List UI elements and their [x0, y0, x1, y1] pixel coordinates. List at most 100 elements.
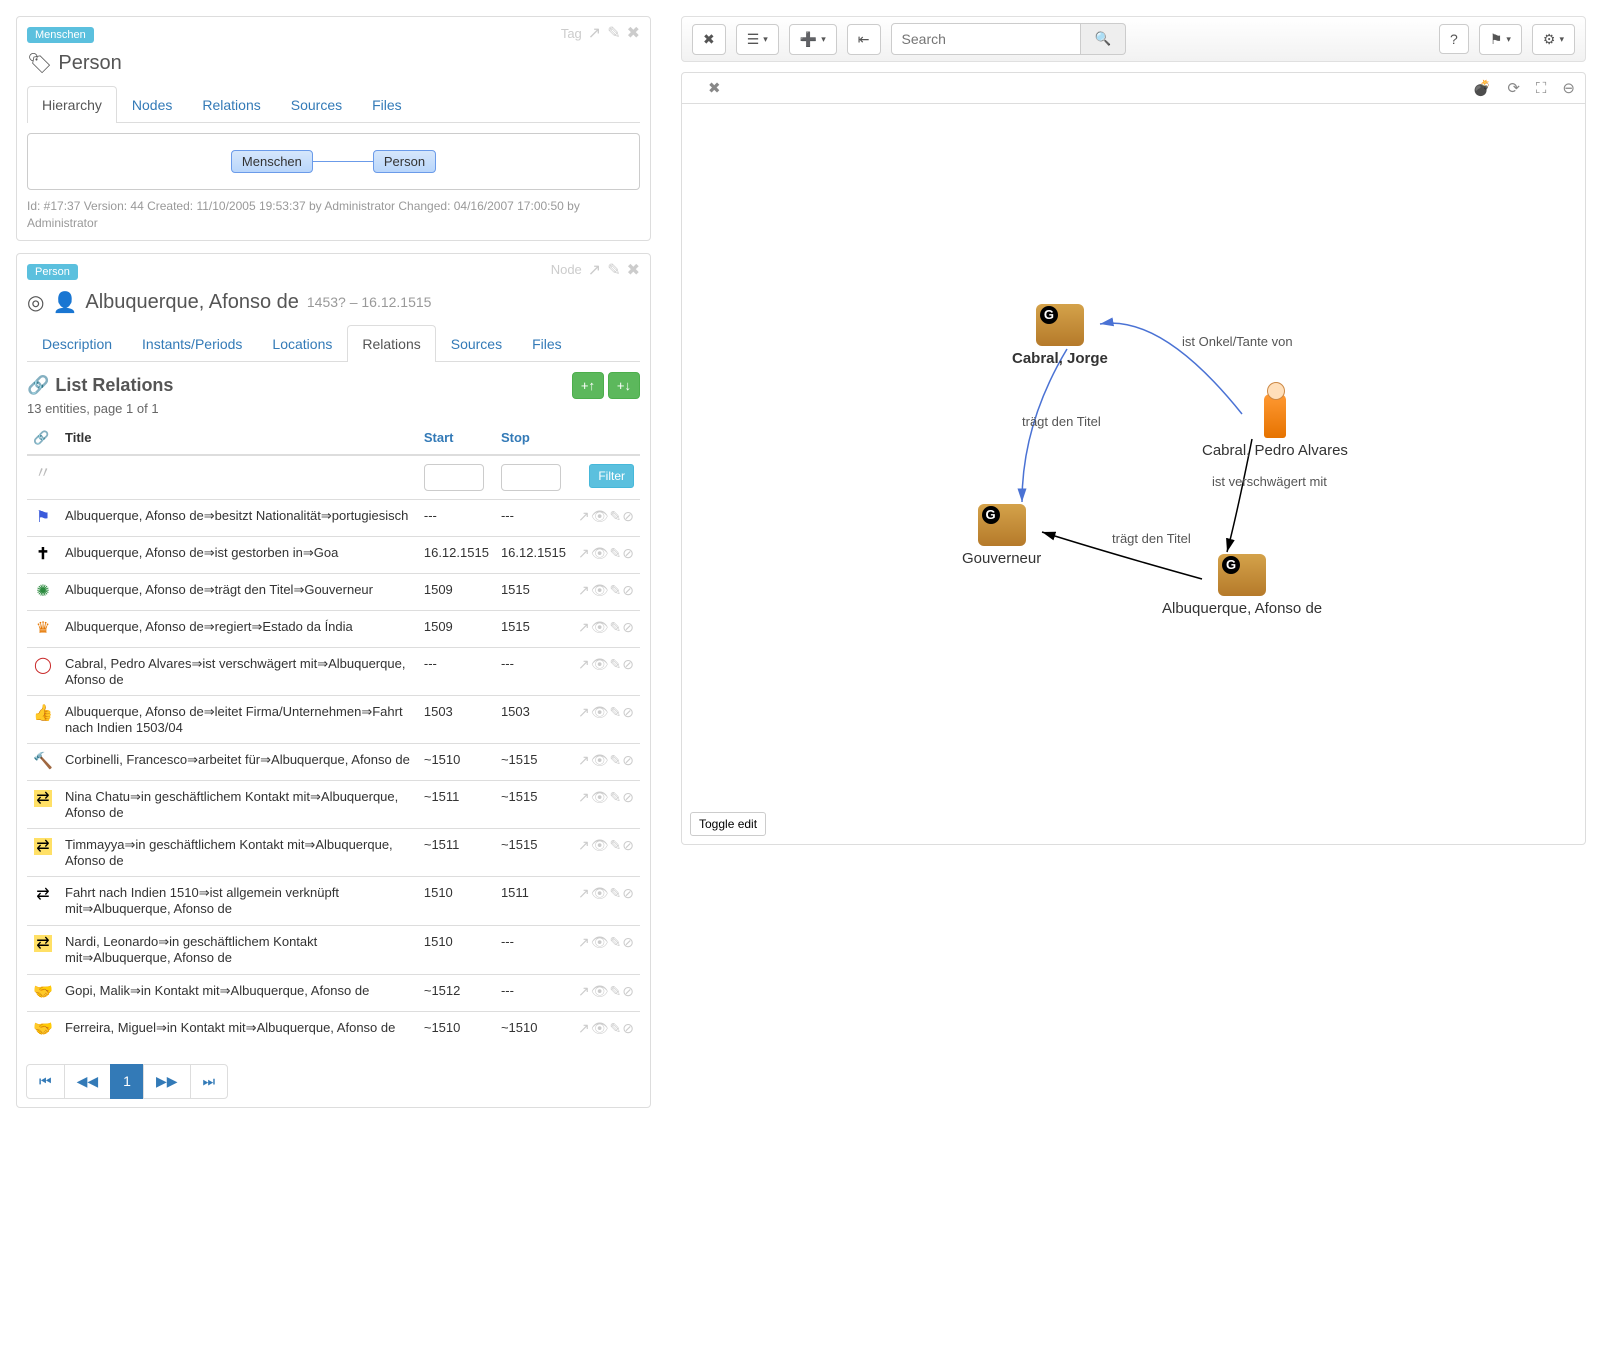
row-share-icon[interactable]: ↗	[578, 752, 590, 769]
filter-stop-input[interactable]	[501, 464, 561, 491]
row-edit-icon[interactable]: ✎	[610, 545, 622, 562]
graph-node-albuquerque[interactable]: Albuquerque, Afonso de	[1162, 554, 1322, 617]
row-share-icon[interactable]: ↗	[578, 656, 590, 673]
row-eye-icon[interactable]: 👁	[591, 656, 609, 673]
row-delete-icon[interactable]: ⊘	[622, 545, 634, 562]
table-row[interactable]: 🤝Ferreira, Miguel⇒in Kontakt mit⇒Albuque…	[27, 1011, 640, 1048]
col-stop[interactable]: Stop	[495, 422, 572, 455]
row-delete-icon[interactable]: ⊘	[622, 885, 634, 902]
add-incoming-button[interactable]: +↑	[572, 372, 604, 399]
table-row[interactable]: 🔨Corbinelli, Francesco⇒arbeitet für⇒Albu…	[27, 743, 640, 780]
table-row[interactable]: ⇄Nina Chatu⇒in geschäftlichem Kontakt mi…	[27, 780, 640, 828]
node-badge[interactable]: Person	[27, 264, 78, 280]
table-row[interactable]: ✝Albuquerque, Afonso de⇒ist gestorben in…	[27, 536, 640, 573]
table-row[interactable]: ⇄Nardi, Leonardo⇒in geschäftlichem Konta…	[27, 925, 640, 974]
page-current[interactable]: 1	[110, 1064, 144, 1099]
page-last[interactable]: ⏭	[190, 1064, 229, 1099]
row-edit-icon[interactable]: ✎	[610, 656, 622, 673]
list-dropdown[interactable]: ☰ ▾	[736, 24, 779, 55]
row-edit-icon[interactable]: ✎	[610, 704, 622, 721]
graph-node-gouverneur[interactable]: Gouverneur	[962, 504, 1041, 567]
graph-minimize-icon[interactable]: ⊖	[1562, 79, 1575, 97]
graph-expand-icon[interactable]: ⛶	[1536, 80, 1547, 97]
tab-instants-periods[interactable]: Instants/Periods	[127, 325, 257, 362]
row-edit-icon[interactable]: ✎	[610, 1020, 622, 1037]
tab-nodes[interactable]: Nodes	[117, 86, 187, 123]
settings-dropdown[interactable]: ⚙ ▾	[1532, 24, 1575, 55]
row-share-icon[interactable]: ↗	[578, 983, 590, 1000]
col-start[interactable]: Start	[418, 422, 495, 455]
row-delete-icon[interactable]: ⊘	[622, 704, 634, 721]
row-share-icon[interactable]: ↗	[578, 934, 590, 951]
search-button[interactable]: 🔍	[1081, 23, 1127, 55]
help-button[interactable]: ?	[1439, 24, 1469, 54]
row-delete-icon[interactable]: ⊘	[622, 789, 634, 806]
close-icon[interactable]: ✖	[627, 23, 640, 43]
row-eye-icon[interactable]: 👁	[591, 508, 609, 525]
export-button[interactable]: ⇤	[847, 24, 881, 55]
tab-sources[interactable]: Sources	[276, 86, 357, 123]
add-outgoing-button[interactable]: +↓	[608, 372, 640, 399]
row-share-icon[interactable]: ↗	[578, 837, 590, 854]
row-eye-icon[interactable]: 👁	[591, 545, 609, 562]
row-share-icon[interactable]: ↗	[578, 619, 590, 636]
row-edit-icon[interactable]: ✎	[610, 582, 622, 599]
clear-filter-icon[interactable]: 〃	[33, 464, 53, 484]
close-icon[interactable]: ✖	[627, 260, 640, 280]
share-icon[interactable]: ↗	[588, 23, 601, 43]
hierarchy-node-to[interactable]: Person	[373, 150, 436, 173]
table-row[interactable]: ⇄Timmayya⇒in geschäftlichem Kontakt mit⇒…	[27, 828, 640, 876]
clear-button[interactable]: ✖	[692, 24, 726, 55]
row-edit-icon[interactable]: ✎	[610, 934, 622, 951]
graph-close-icon[interactable]: ✖	[708, 79, 721, 97]
page-first[interactable]: ⏮	[26, 1064, 65, 1099]
tag-badge[interactable]: Menschen	[27, 27, 94, 43]
row-edit-icon[interactable]: ✎	[610, 837, 622, 854]
row-delete-icon[interactable]: ⊘	[622, 752, 634, 769]
tab-relations[interactable]: Relations	[347, 325, 435, 362]
row-eye-icon[interactable]: 👁	[591, 837, 609, 854]
tab-description[interactable]: Description	[27, 325, 127, 362]
row-delete-icon[interactable]: ⊘	[622, 983, 634, 1000]
row-edit-icon[interactable]: ✎	[610, 789, 622, 806]
page-next[interactable]: ▶▶	[143, 1064, 191, 1099]
row-share-icon[interactable]: ↗	[578, 885, 590, 902]
graph-refresh-icon[interactable]: ⟳	[1507, 79, 1520, 97]
table-row[interactable]: ✺Albuquerque, Afonso de⇒trägt den Titel⇒…	[27, 573, 640, 610]
row-eye-icon[interactable]: 👁	[591, 582, 609, 599]
tab-locations[interactable]: Locations	[257, 325, 347, 362]
hierarchy-node-from[interactable]: Menschen	[231, 150, 313, 173]
row-eye-icon[interactable]: 👁	[591, 752, 609, 769]
table-row[interactable]: ♛Albuquerque, Afonso de⇒regiert⇒Estado d…	[27, 610, 640, 647]
add-dropdown[interactable]: ➕ ▾	[789, 24, 837, 55]
tab-sources[interactable]: Sources	[436, 325, 517, 362]
table-row[interactable]: ⇄Fahrt nach Indien 1510⇒ist allgemein ve…	[27, 876, 640, 925]
tab-hierarchy[interactable]: Hierarchy	[27, 86, 117, 123]
row-share-icon[interactable]: ↗	[578, 704, 590, 721]
row-delete-icon[interactable]: ⊘	[622, 1020, 634, 1037]
row-edit-icon[interactable]: ✎	[610, 752, 622, 769]
row-eye-icon[interactable]: 👁	[591, 789, 609, 806]
row-eye-icon[interactable]: 👁	[591, 704, 609, 721]
row-delete-icon[interactable]: ⊘	[622, 656, 634, 673]
row-delete-icon[interactable]: ⊘	[622, 619, 634, 636]
row-edit-icon[interactable]: ✎	[610, 983, 622, 1000]
edit-icon[interactable]: ✎	[607, 260, 620, 280]
share-icon[interactable]: ↗	[588, 260, 601, 280]
filter-button[interactable]: Filter	[589, 464, 634, 488]
page-prev[interactable]: ◀◀	[64, 1064, 112, 1099]
tab-files[interactable]: Files	[517, 325, 577, 362]
graph-bomb-icon[interactable]: 💣	[1473, 79, 1492, 97]
table-row[interactable]: 🤝Gopi, Malik⇒in Kontakt mit⇒Albuquerque,…	[27, 974, 640, 1011]
row-delete-icon[interactable]: ⊘	[622, 934, 634, 951]
row-share-icon[interactable]: ↗	[578, 582, 590, 599]
row-eye-icon[interactable]: 👁	[591, 619, 609, 636]
row-delete-icon[interactable]: ⊘	[622, 582, 634, 599]
row-share-icon[interactable]: ↗	[578, 1020, 590, 1037]
search-input[interactable]	[891, 23, 1081, 55]
table-row[interactable]: 👍Albuquerque, Afonso de⇒leitet Firma/Unt…	[27, 695, 640, 743]
tab-files[interactable]: Files	[357, 86, 417, 123]
table-row[interactable]: ◯Cabral, Pedro Alvares⇒ist verschwägert …	[27, 647, 640, 695]
row-share-icon[interactable]: ↗	[578, 508, 590, 525]
tab-relations[interactable]: Relations	[187, 86, 275, 123]
